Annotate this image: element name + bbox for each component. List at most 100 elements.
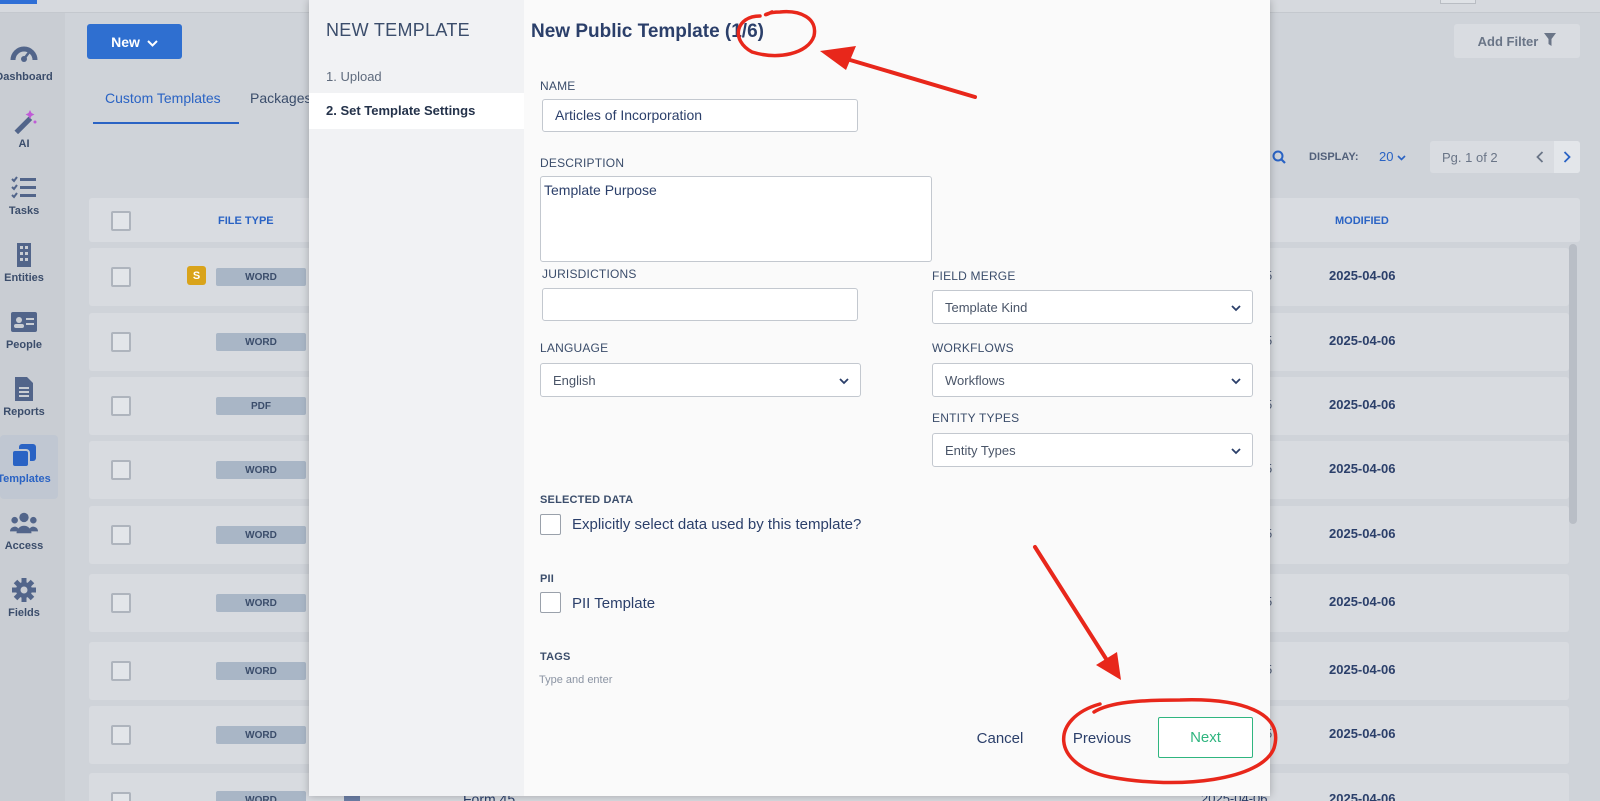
name-input[interactable]: Articles of Incorporation [542,99,858,132]
file-type-badge: WORD [216,268,306,286]
step-template-settings[interactable]: 2. Set Template Settings [309,93,524,129]
filter-funnel-icon [1544,33,1557,49]
pii-checkbox-label[interactable]: PII Template [572,595,655,612]
language-value: English [553,373,596,388]
sidebar-item-label: Fields [8,607,40,619]
sidebar-item-label: Reports [3,406,45,418]
modified-date: 2025-04-06 [1329,397,1396,412]
templates-stack-icon [10,443,38,469]
modal-steps-panel: NEW TEMPLATE 1. Upload 2. Set Template S… [309,0,524,796]
selected-data-label: SELECTED DATA [540,494,634,506]
step-upload[interactable]: 1. Upload [326,69,382,84]
sidebar-item-label: People [5,339,43,351]
users-group-icon [10,510,38,536]
file-type-badge: PDF [216,397,306,415]
workflows-value: Workflows [945,373,1005,388]
sidebar-item-dashboard[interactable]: Dashboard [0,33,58,97]
sidebar-item-tasks[interactable]: Tasks [0,167,58,231]
table-scrollbar[interactable] [1569,244,1577,524]
tags-input[interactable]: Type and enter [539,674,612,686]
dashboard-gauge-icon [10,41,38,67]
gear-icon [10,577,38,603]
sidebar-item-access[interactable]: Access [0,502,58,566]
row-checkbox[interactable] [111,332,131,352]
sidebar-item-label: AI [18,138,30,150]
entity-types-select[interactable]: Entity Types [932,433,1253,467]
sidebar-item-reports[interactable]: Reports [0,368,58,432]
building-icon [10,242,38,268]
column-file-type[interactable]: FILE TYPE [218,215,274,227]
new-button-label: New [111,33,140,50]
row-checkbox[interactable] [111,661,131,681]
top-control[interactable] [1440,0,1476,4]
add-filter-button[interactable]: Add Filter [1454,24,1580,58]
add-filter-label: Add Filter [1477,33,1539,49]
pii-checkbox[interactable] [540,592,561,613]
row-checkbox[interactable] [111,396,131,416]
sidebar-item-templates[interactable]: Templates [0,435,58,499]
prev-page-button[interactable] [1528,141,1552,173]
file-type-badge: WORD [216,461,306,479]
row-checkbox[interactable] [111,792,131,801]
description-textarea[interactable]: Template Purpose [540,176,932,262]
selected-data-checkbox-label[interactable]: Explicitly select data used by this temp… [572,516,861,533]
top-accent [0,0,37,4]
sidebar-item-label: Tasks [8,205,40,217]
new-button[interactable]: New [87,24,182,59]
modified-date: 2025-04-06 [1329,268,1396,283]
display-label: DISPLAY: [1309,151,1359,163]
page-indicator: Pg. 1 of 2 [1442,150,1498,165]
workflows-select[interactable]: Workflows [932,363,1253,397]
tags-label: TAGS [540,651,571,663]
sidebar: Dashboard AI Tasks Entities People Repor… [0,13,65,801]
modified-date: 2025-04-06 [1329,594,1396,609]
file-type-badge: WORD [216,333,306,351]
display-count-value: 20 [1379,149,1394,164]
sidebar-item-entities[interactable]: Entities [0,234,58,298]
language-select[interactable]: English [540,363,861,397]
chevron-down-icon [1231,373,1241,388]
next-page-button[interactable] [1554,141,1580,173]
sidebar-item-label: Entities [4,272,44,284]
sidebar-item-fields[interactable]: Fields [0,569,58,633]
document-icon [10,376,38,402]
row-checkbox[interactable] [111,593,131,613]
field-merge-value: Template Kind [945,300,1028,315]
row-checkbox[interactable] [111,725,131,745]
row-checkbox[interactable] [111,525,131,545]
modified-date: 2025-04-06 [1329,461,1396,476]
id-card-icon [10,309,38,335]
s-badge: S [187,266,206,285]
modal-sidebar-title: NEW TEMPLATE [326,20,470,40]
tab-packages[interactable]: Packages [250,90,311,106]
display-count-select[interactable]: 20 [1379,149,1406,164]
tab-custom-templates[interactable]: Custom Templates [93,88,239,124]
modified-date: 2025-04-06 [1329,791,1396,801]
jurisdictions-input[interactable] [542,288,858,321]
file-type-badge: WORD [216,526,306,544]
row-checkbox[interactable] [111,460,131,480]
modified-date: 2025-04-06 [1329,526,1396,541]
previous-button[interactable]: Previous [1064,724,1140,752]
chevron-down-icon [839,373,849,388]
row-checkbox[interactable] [111,267,131,287]
cancel-button[interactable]: Cancel [963,724,1037,752]
search-icon[interactable] [1272,150,1286,169]
selected-data-checkbox[interactable] [540,514,561,535]
sidebar-item-ai[interactable]: AI [0,100,58,164]
sidebar-item-label: Access [4,540,44,552]
field-merge-select[interactable]: Template Kind [932,290,1253,324]
modified-date: 2025-04-06 [1329,662,1396,677]
sidebar-item-label: Dashboard [0,71,53,83]
modified-date: 2025-04-06 [1329,333,1396,348]
description-label: DESCRIPTION [540,156,625,170]
select-all-checkbox[interactable] [111,211,131,231]
pagination: Pg. 1 of 2 [1430,141,1580,173]
next-button[interactable]: Next [1158,717,1253,758]
chevron-down-icon [1231,300,1241,315]
column-modified[interactable]: MODIFIED [1335,215,1389,227]
name-label: NAME [540,79,576,93]
file-type-badge: WORD [216,594,306,612]
entity-types-value: Entity Types [945,443,1016,458]
sidebar-item-people[interactable]: People [0,301,58,365]
